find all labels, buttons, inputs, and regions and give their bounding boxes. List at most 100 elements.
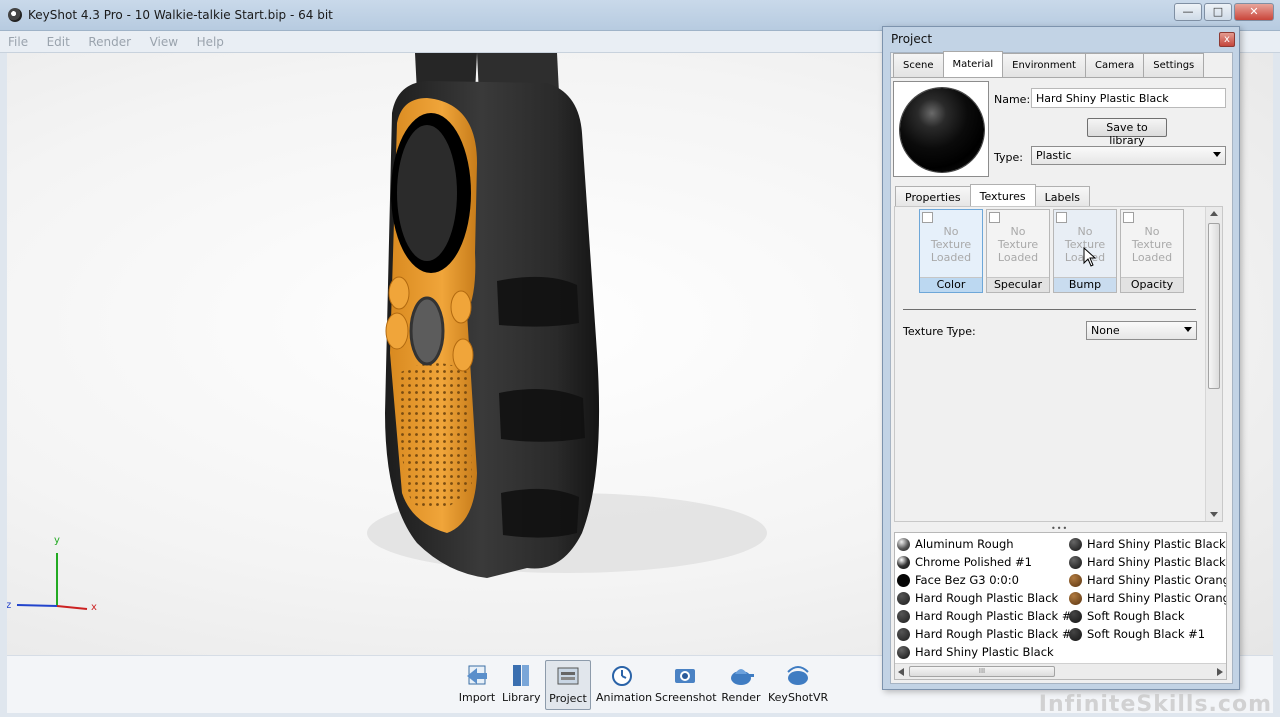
screenshot-button[interactable]: Screenshot xyxy=(655,660,717,710)
window-controls: — □ ✕ xyxy=(1174,3,1274,21)
material-name-field[interactable]: Hard Shiny Plastic Black xyxy=(1031,88,1226,108)
subtab-properties[interactable]: Properties xyxy=(895,186,971,206)
scrollbar-thumb[interactable] xyxy=(1208,223,1220,389)
texture-slot-caption: Specular xyxy=(987,277,1049,292)
textures-scrollbar[interactable] xyxy=(1205,207,1222,521)
list-item[interactable]: Soft Rough Black #1 xyxy=(1067,626,1205,644)
keyshotvr-button[interactable]: KeyShotVR xyxy=(768,660,828,710)
list-item[interactable]: Hard Shiny Plastic Black xyxy=(895,644,1054,662)
project-button[interactable]: Project xyxy=(545,660,591,710)
minimize-button[interactable]: — xyxy=(1174,3,1202,21)
material-swatch-icon xyxy=(1069,628,1082,641)
render-button[interactable]: Render xyxy=(720,660,762,710)
list-item[interactable]: Hard Shiny Plastic Orange xyxy=(1067,572,1227,590)
list-item[interactable]: Hard Shiny Plastic Black #1 xyxy=(1067,536,1226,554)
library-label: Library xyxy=(502,691,541,704)
texture-slot-caption: Opacity xyxy=(1121,277,1183,292)
list-item-label: Aluminum Rough xyxy=(915,537,1014,551)
scroll-up-icon[interactable] xyxy=(1210,211,1218,216)
animation-button[interactable]: Animation xyxy=(596,660,652,710)
menu-file[interactable]: File xyxy=(0,31,35,49)
menu-edit[interactable]: Edit xyxy=(39,31,77,49)
render-label: Render xyxy=(721,691,761,704)
tab-material[interactable]: Material xyxy=(942,51,1004,77)
menu-view[interactable]: View xyxy=(142,31,185,49)
texture-slot-specular[interactable]: No Texture Loaded Specular xyxy=(986,209,1050,293)
placeholder-line: No xyxy=(1144,225,1160,238)
tab-environment[interactable]: Environment xyxy=(1002,53,1086,77)
axis-z-label: z xyxy=(7,600,12,611)
scrollbar-thumb[interactable]: III xyxy=(909,666,1055,677)
material-swatch-icon xyxy=(1069,574,1082,587)
texture-slot-caption: Bump xyxy=(1054,277,1116,292)
list-item[interactable]: Chrome Polished #1 xyxy=(895,554,1032,572)
material-type-select[interactable]: Plastic xyxy=(1031,146,1226,165)
texture-slot-checkbox[interactable] xyxy=(1123,212,1134,223)
list-item-label: Hard Shiny Plastic Orange xyxy=(1087,573,1227,587)
texture-slot-checkbox[interactable] xyxy=(1056,212,1067,223)
texture-slot-checkbox[interactable] xyxy=(989,212,1000,223)
list-item-label: Hard Shiny Plastic Black #1 xyxy=(1087,537,1226,551)
placeholder-line: Loaded xyxy=(1131,251,1173,264)
list-item[interactable]: Hard Shiny Plastic Black #2 xyxy=(1067,554,1226,572)
subtab-labels[interactable]: Labels xyxy=(1034,186,1090,206)
list-item-label: Hard Shiny Plastic Black #2 xyxy=(1087,555,1226,569)
material-preview[interactable] xyxy=(893,81,989,177)
tab-scene[interactable]: Scene xyxy=(893,53,944,77)
subtab-textures[interactable]: Textures xyxy=(969,184,1036,206)
menu-help[interactable]: Help xyxy=(189,31,231,49)
list-item-label: Hard Rough Plastic Black xyxy=(915,591,1059,605)
menu-render[interactable]: Render xyxy=(80,31,138,49)
axis-y-label: y xyxy=(54,535,60,546)
project-panel: Project x Scene Material Environment Cam… xyxy=(882,26,1240,690)
texture-slot-color[interactable]: No Texture Loaded Color xyxy=(919,209,983,293)
material-subtabs: Properties Textures Labels xyxy=(895,184,1090,206)
tab-settings[interactable]: Settings xyxy=(1143,53,1205,77)
material-swatch-icon xyxy=(897,592,910,605)
list-item[interactable]: Aluminum Rough xyxy=(895,536,1014,554)
import-button[interactable]: Import xyxy=(456,660,498,710)
scroll-right-icon[interactable] xyxy=(1217,668,1223,676)
divider xyxy=(903,309,1196,310)
list-item[interactable]: Hard Shiny Plastic Orange xyxy=(1067,590,1227,608)
render-icon xyxy=(731,669,754,685)
list-item-label: Face Bez G3 0:0:0 xyxy=(915,573,1019,587)
placeholder-line: Loaded xyxy=(997,251,1039,264)
scroll-left-icon[interactable] xyxy=(898,668,904,676)
texture-slot-bump[interactable]: No Texture Loaded Bump xyxy=(1053,209,1117,293)
placeholder-line: No xyxy=(1077,225,1093,238)
material-swatch-icon xyxy=(897,574,910,587)
close-button[interactable]: ✕ xyxy=(1234,3,1274,21)
material-list-scrollbar[interactable]: III xyxy=(895,663,1226,679)
texture-slot-opacity[interactable]: No Texture Loaded Opacity xyxy=(1120,209,1184,293)
scroll-down-icon[interactable] xyxy=(1210,512,1218,517)
list-item-label: Hard Shiny Plastic Orange xyxy=(1087,591,1227,605)
window-title: KeyShot 4.3 Pro - 10 Walkie-talkie Start… xyxy=(28,8,333,22)
material-swatch-icon xyxy=(1069,610,1082,623)
maximize-button[interactable]: □ xyxy=(1204,3,1232,21)
textures-panel: No Texture Loaded Color No Texture Loade… xyxy=(894,206,1223,522)
texture-slot-placeholder: No Texture Loaded xyxy=(987,225,1049,264)
library-button[interactable]: Library xyxy=(502,660,540,710)
animation-label: Animation xyxy=(596,691,653,704)
list-item[interactable]: Hard Rough Plastic Black xyxy=(895,590,1058,608)
material-swatch-icon xyxy=(1069,538,1082,551)
texture-slot-checkbox[interactable] xyxy=(922,212,933,223)
tab-camera[interactable]: Camera xyxy=(1084,53,1145,77)
texture-slot-placeholder: No Texture Loaded xyxy=(920,225,982,264)
list-item[interactable]: Face Bez G3 0:0:0 xyxy=(895,572,1019,590)
list-item[interactable]: Soft Rough Black xyxy=(1067,608,1185,626)
list-item[interactable]: Hard Rough Plastic Black #2 xyxy=(895,626,1079,644)
texture-type-select[interactable]: None xyxy=(1086,321,1197,340)
project-close-button[interactable]: x xyxy=(1219,32,1235,47)
list-item[interactable]: Hard Rough Plastic Black #1 xyxy=(895,608,1079,626)
save-to-library-button[interactable]: Save to library xyxy=(1087,118,1167,147)
project-icon xyxy=(557,667,579,685)
scrollbar-grip: III xyxy=(978,667,986,675)
placeholder-line: No xyxy=(1010,225,1026,238)
material-swatch-icon xyxy=(897,538,910,551)
material-type-value: Plastic xyxy=(1036,149,1072,162)
list-item-label: Soft Rough Black xyxy=(1087,609,1185,623)
project-label: Project xyxy=(549,692,587,705)
project-panel-body: Scene Material Environment Camera Settin… xyxy=(890,51,1233,684)
